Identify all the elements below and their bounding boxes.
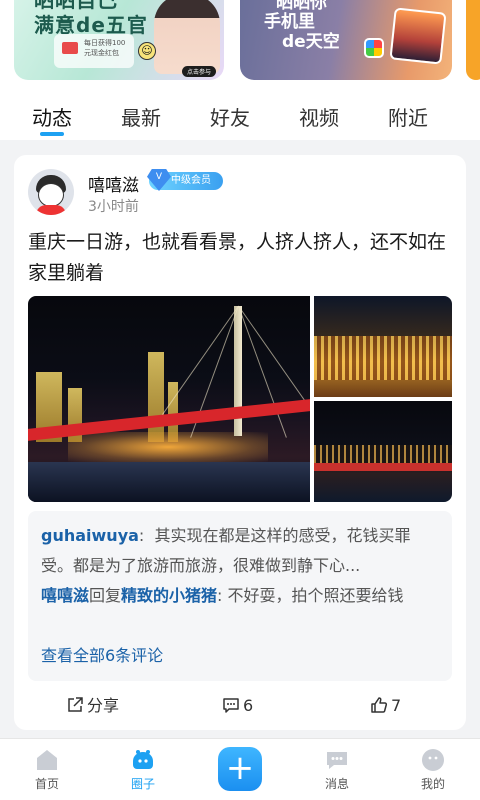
comment-user[interactable]: 嘻嘻滋 (41, 586, 89, 605)
riverside-glow (68, 432, 268, 462)
smiley-icon: ☺ (138, 42, 156, 60)
comment-1: guhaiwuya: 其实现在都是这样的感受，花钱买罪受。都是为了旅游而旅游，很… (41, 521, 439, 581)
comment-user[interactable]: guhaiwuya (41, 526, 139, 545)
banner-sky-title: 晒晒你 手机里 de天空 (264, 0, 340, 52)
nav-messages-label: 消息 (324, 777, 349, 791)
bridge-cable (157, 305, 239, 421)
like-button[interactable]: 7 (370, 693, 401, 719)
comment-button[interactable]: 6 (222, 693, 253, 719)
feed-tabs: 动态 最新 好友 视频 附近 (0, 88, 480, 140)
like-count: 7 (391, 696, 402, 715)
comment-count: 6 (243, 696, 254, 715)
share-label: 分享 (87, 696, 120, 715)
comment-separator: : (217, 586, 223, 605)
comments-preview[interactable]: guhaiwuya: 其实现在都是这样的感受，花钱买罪受。都是为了旅游而旅游，很… (28, 511, 452, 681)
red-bridge-distant (314, 463, 452, 471)
nav-circle[interactable]: 圈子 (108, 747, 178, 792)
post-photos (28, 296, 452, 502)
nav-home[interactable]: 首页 (12, 747, 82, 792)
circle-icon (133, 750, 153, 769)
comment-icon (223, 698, 239, 713)
profile-icon (422, 749, 444, 771)
banner-sky-title-line3: de天空 (282, 32, 340, 52)
banner-selfie-card-text: 每日获得100元现金红包 (84, 39, 126, 57)
plus-icon: + (225, 748, 255, 788)
comment-text: 不好耍，拍个照还要给钱 (227, 586, 404, 605)
share-icon (68, 697, 83, 712)
thumbs-up-icon (371, 697, 388, 713)
post-text[interactable]: 重庆一日游，也就看看景，人挤人挤人，还不如在家里躺着 (28, 227, 456, 289)
see-all-comments-link[interactable]: 查看全部6条评论 (41, 641, 163, 671)
portrait-image (154, 0, 220, 74)
message-icon (327, 752, 347, 769)
photo-bridge-night[interactable] (28, 296, 310, 502)
nav-circle-label: 圈子 (130, 777, 155, 791)
banner-carousel: 晒晒自己 满意de五官 每日获得100元现金红包 ☺ 点击参与 晒晒你 手机里 … (0, 0, 480, 88)
nav-home-label: 首页 (34, 777, 59, 791)
nav-profile-label: 我的 (420, 777, 445, 791)
sunset-photo (389, 7, 447, 65)
red-envelope-icon (62, 42, 78, 54)
banner-selfie-reward-card: 每日获得100元现金红包 (54, 34, 134, 68)
nav-profile[interactable]: 我的 (398, 747, 468, 792)
building-shape (148, 352, 164, 442)
tab-haoyou[interactable]: 好友 (200, 102, 260, 131)
share-button[interactable]: 分享 (66, 693, 119, 719)
banner-selfie-title-line1: 晒晒自己 (34, 0, 148, 10)
photo-hongyadong[interactable] (314, 296, 452, 397)
active-tab-indicator (40, 132, 64, 136)
lit-buildings (314, 336, 452, 380)
comment-reply-target[interactable]: 精致的小猪猪 (121, 586, 217, 605)
nav-messages[interactable]: 消息 (302, 747, 372, 792)
comment-separator: : (138, 526, 145, 545)
tab-dongtai[interactable]: 动态 (22, 102, 82, 131)
post-actions: 分享 6 7 (14, 693, 466, 719)
post-username[interactable]: 嘻嘻滋 (88, 171, 139, 196)
post-time: 3小时前 (88, 199, 139, 215)
banner-next-peek[interactable] (466, 0, 480, 80)
lit-town (314, 445, 452, 463)
comment-2: 嘻嘻滋回复精致的小猪猪: 不好耍，拍个照还要给钱 (41, 581, 439, 611)
avatar[interactable] (28, 169, 74, 215)
tab-zuixin[interactable]: 最新 (111, 102, 171, 131)
diamond-icon: V (147, 169, 171, 191)
vip-badge-label: 中级会员 (171, 175, 211, 186)
bottom-nav: 首页 圈子 + 消息 我的 (0, 738, 480, 800)
vip-badge: V 中级会员 (147, 169, 223, 191)
create-post-button[interactable]: + (218, 747, 262, 791)
tab-shipin[interactable]: 视频 (289, 102, 349, 131)
post-card[interactable]: 嘻嘻滋 V 中级会员 3小时前 重庆一日游，也就看看景，人挤人挤人，还不如在家里… (14, 155, 466, 730)
banner-sky-title-line2: 手机里 (264, 12, 315, 32)
comment-reply-word: 回复 (89, 586, 122, 605)
banner-sky-contest[interactable]: 晒晒你 手机里 de天空 (240, 0, 452, 80)
photo-river-night[interactable] (314, 401, 452, 502)
tab-fujin[interactable]: 附近 (378, 102, 438, 131)
banner-sky-title-line1: 晒晒你 (276, 0, 327, 12)
banner-selfie-contest[interactable]: 晒晒自己 满意de五官 每日获得100元现金红包 ☺ 点击参与 (14, 0, 224, 80)
home-icon (37, 750, 57, 770)
avatar-shirt (36, 205, 66, 215)
banner-selfie-title: 晒晒自己 满意de五官 (34, 0, 148, 38)
banner-selfie-button[interactable]: 点击参与 (182, 66, 217, 77)
photos-app-icon (364, 38, 384, 58)
avatar-face (38, 183, 64, 207)
river-water (28, 462, 310, 502)
